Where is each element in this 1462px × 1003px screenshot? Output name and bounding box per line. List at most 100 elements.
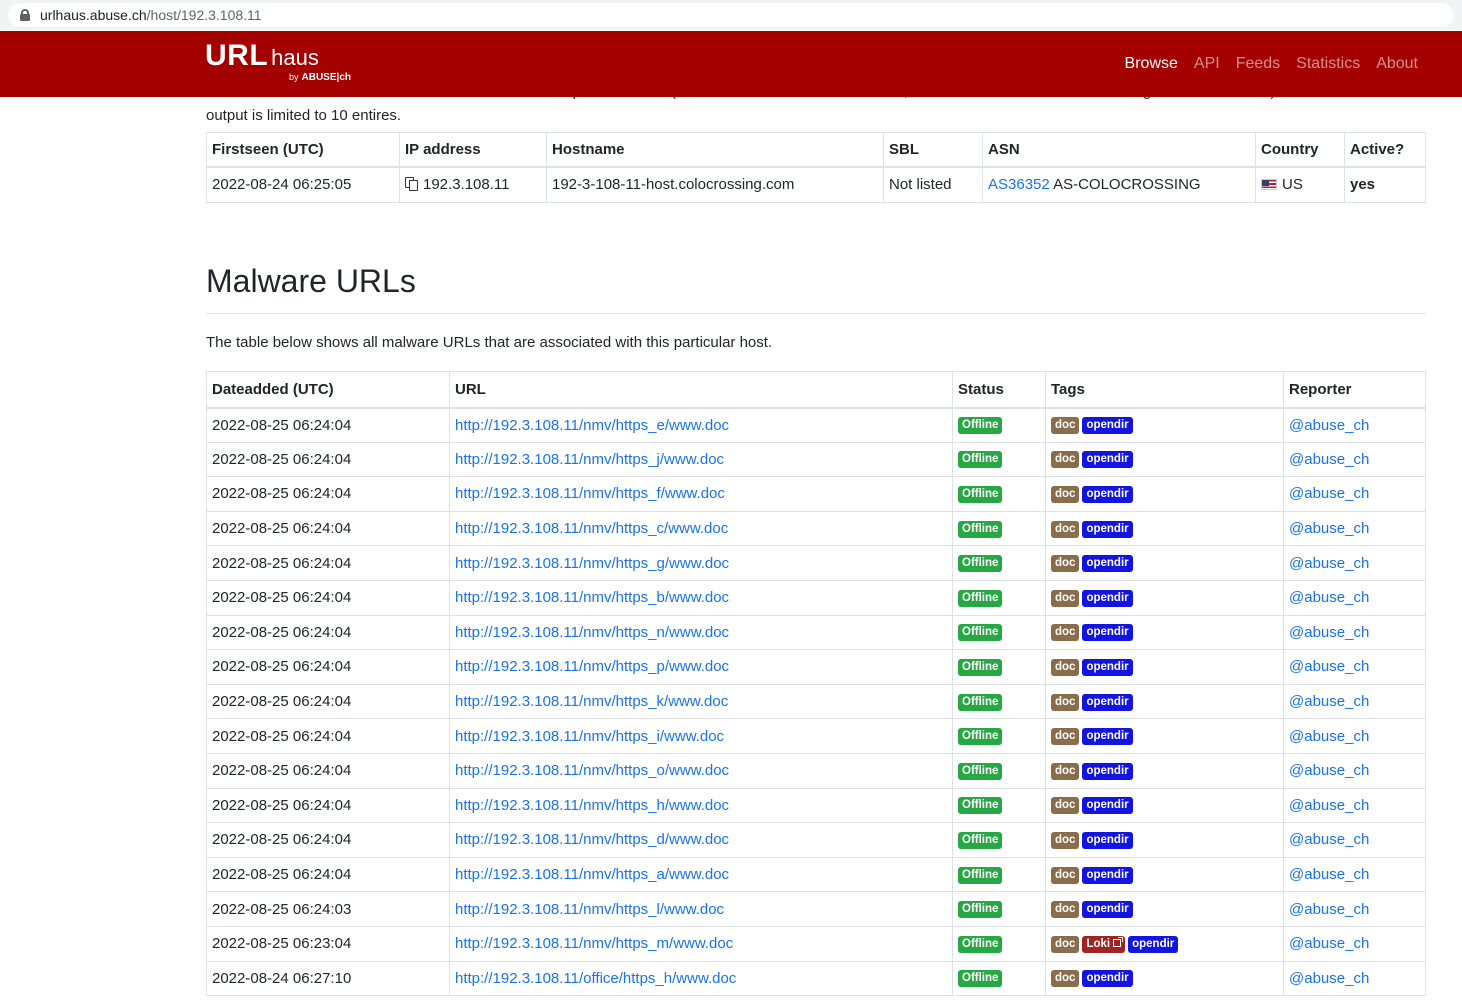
- tag-badge-opendir[interactable]: opendir: [1082, 797, 1133, 815]
- nav-browse[interactable]: Browse: [1125, 55, 1178, 73]
- reporter-link[interactable]: @abuse_ch: [1289, 901, 1369, 918]
- malware-url-link[interactable]: http://192.3.108.11/nmv/https_p/www.doc: [455, 658, 729, 675]
- reporter-link[interactable]: @abuse_ch: [1289, 970, 1369, 987]
- main-content: The table below shows all IP address obs…: [206, 80, 1426, 997]
- tag-badge-opendir[interactable]: opendir: [1082, 728, 1133, 746]
- tag-badge-opendir[interactable]: opendir: [1082, 762, 1133, 780]
- malware-url-link[interactable]: http://192.3.108.11/nmv/https_m/www.doc: [455, 935, 733, 952]
- malware-url-link[interactable]: http://192.3.108.11/nmv/https_h/www.doc: [455, 797, 729, 814]
- status-cell: Offline: [952, 718, 1046, 754]
- reporter-link[interactable]: @abuse_ch: [1289, 624, 1369, 641]
- tag-badge-opendir[interactable]: opendir: [1082, 520, 1133, 538]
- country-cell: US: [1255, 166, 1345, 203]
- reporter-link[interactable]: @abuse_ch: [1289, 693, 1369, 710]
- tag-badge-opendir[interactable]: opendir: [1082, 970, 1133, 988]
- tag-badge-doc[interactable]: doc: [1051, 658, 1080, 676]
- tag-badge-opendir[interactable]: opendir: [1128, 935, 1179, 953]
- tag-badge-doc[interactable]: doc: [1051, 624, 1080, 642]
- reporter-link[interactable]: @abuse_ch: [1289, 658, 1369, 675]
- tag-badge-doc[interactable]: doc: [1051, 417, 1080, 435]
- table-row: 2022-08-24 06:27:10 http://192.3.108.11/o…: [206, 960, 1426, 997]
- tag-badge-doc[interactable]: doc: [1051, 693, 1080, 711]
- malware-url-link[interactable]: http://192.3.108.11/nmv/https_k/www.doc: [455, 693, 728, 710]
- nav-api[interactable]: API: [1194, 55, 1220, 73]
- reporter-link[interactable]: @abuse_ch: [1289, 866, 1369, 883]
- tag-badge-doc[interactable]: doc: [1051, 831, 1080, 849]
- nav-about[interactable]: About: [1376, 55, 1418, 73]
- nav-feeds[interactable]: Feeds: [1236, 55, 1280, 73]
- table-row: 2022-08-25 06:24:04 http://192.3.108.11/n…: [206, 787, 1426, 824]
- reporter-link[interactable]: @abuse_ch: [1289, 935, 1369, 952]
- tags-cell: doc opendir: [1045, 683, 1284, 720]
- malware-url-link[interactable]: http://192.3.108.11/nmv/https_e/www.doc: [455, 417, 729, 434]
- malware-url-link[interactable]: http://192.3.108.11/nmv/https_g/www.doc: [455, 555, 729, 572]
- status-badge: Offline: [958, 485, 1003, 503]
- status-cell: Offline: [952, 925, 1046, 962]
- malware-url-link[interactable]: http://192.3.108.11/nmv/https_b/www.doc: [455, 589, 729, 606]
- copy-icon[interactable]: [405, 177, 418, 192]
- tag-badge-opendir[interactable]: opendir: [1082, 831, 1133, 849]
- tag-badge-opendir[interactable]: opendir: [1082, 417, 1133, 435]
- reporter-link[interactable]: @abuse_ch: [1289, 485, 1369, 502]
- tag-badge-doc[interactable]: doc: [1051, 485, 1080, 503]
- tag-badge-doc[interactable]: doc: [1051, 970, 1080, 988]
- col-tags: Tags: [1045, 371, 1284, 409]
- tag-badge-loki[interactable]: Loki: [1082, 935, 1126, 953]
- tag-badge-opendir[interactable]: opendir: [1082, 589, 1133, 607]
- tag-badge-opendir[interactable]: opendir: [1082, 693, 1133, 711]
- tag-badge-doc[interactable]: doc: [1051, 901, 1080, 919]
- reporter-link[interactable]: @abuse_ch: [1289, 797, 1369, 814]
- malware-url-link[interactable]: http://192.3.108.11/nmv/https_d/www.doc: [455, 831, 729, 848]
- status-badge: Offline: [958, 451, 1003, 469]
- reporter-cell: @abuse_ch: [1283, 649, 1426, 685]
- reporter-link[interactable]: @abuse_ch: [1289, 520, 1369, 537]
- reporter-link[interactable]: @abuse_ch: [1289, 451, 1369, 468]
- reporter-link[interactable]: @abuse_ch: [1289, 417, 1369, 434]
- tag-badge-doc[interactable]: doc: [1051, 762, 1080, 780]
- reporter-link[interactable]: @abuse_ch: [1289, 589, 1369, 606]
- nav-statistics[interactable]: Statistics: [1296, 55, 1360, 73]
- tag-badge-doc[interactable]: doc: [1051, 866, 1080, 884]
- dateadded-cell: 2022-08-25 06:24:04: [206, 476, 450, 512]
- tags-cell: doc opendir: [1045, 856, 1284, 893]
- status-cell: Offline: [952, 441, 1046, 478]
- malware-url-link[interactable]: http://192.3.108.11/nmv/https_i/www.doc: [455, 728, 724, 745]
- tag-badge-doc[interactable]: doc: [1051, 589, 1080, 607]
- tag-badge-opendir[interactable]: opendir: [1082, 485, 1133, 503]
- tags-cell: doc opendir: [1045, 649, 1284, 685]
- reporter-link[interactable]: @abuse_ch: [1289, 728, 1369, 745]
- tag-badge-opendir[interactable]: opendir: [1082, 555, 1133, 573]
- hostname-cell: 192-3-108-11-host.colocrossing.com: [546, 166, 884, 203]
- tag-badge-opendir[interactable]: opendir: [1082, 658, 1133, 676]
- reporter-link[interactable]: @abuse_ch: [1289, 555, 1369, 572]
- reporter-link[interactable]: @abuse_ch: [1289, 831, 1369, 848]
- tag-badge-doc[interactable]: doc: [1051, 520, 1080, 538]
- malware-url-link[interactable]: http://192.3.108.11/nmv/https_j/www.doc: [455, 451, 724, 468]
- tag-badge-opendir[interactable]: opendir: [1082, 624, 1133, 642]
- malware-url-link[interactable]: http://192.3.108.11/nmv/https_l/www.doc: [455, 901, 724, 918]
- tag-badge-doc[interactable]: doc: [1051, 797, 1080, 815]
- dateadded-cell: 2022-08-25 06:24:04: [206, 579, 450, 616]
- reporter-link[interactable]: @abuse_ch: [1289, 762, 1369, 779]
- tag-badge-opendir[interactable]: opendir: [1082, 451, 1133, 469]
- malware-url-link[interactable]: http://192.3.108.11/nmv/https_c/www.doc: [455, 520, 728, 537]
- malware-url-link[interactable]: http://192.3.108.11/nmv/https_f/www.doc: [455, 485, 725, 502]
- tag-badge-opendir[interactable]: opendir: [1082, 866, 1133, 884]
- table-row: 2022-08-25 06:24:04 http://192.3.108.11/n…: [206, 683, 1426, 720]
- tag-badge-doc[interactable]: doc: [1051, 451, 1080, 469]
- status-badge: Offline: [958, 797, 1003, 815]
- brand-logo[interactable]: URL haus by ABUSE|ch: [205, 39, 351, 83]
- lock-icon[interactable]: [20, 9, 30, 21]
- tag-badge-opendir[interactable]: opendir: [1082, 901, 1133, 919]
- malware-url-link[interactable]: http://192.3.108.11/nmv/https_o/www.doc: [455, 762, 729, 779]
- tag-badge-doc[interactable]: doc: [1051, 555, 1080, 573]
- asn-link[interactable]: AS36352: [988, 176, 1050, 193]
- tag-badge-doc[interactable]: doc: [1051, 728, 1080, 746]
- malware-url-link[interactable]: http://192.3.108.11/office/https_h/www.d…: [455, 970, 736, 987]
- malware-url-link[interactable]: http://192.3.108.11/nmv/https_n/www.doc: [455, 624, 729, 641]
- status-cell: Offline: [952, 579, 1046, 616]
- malware-url-link[interactable]: http://192.3.108.11/nmv/https_a/www.doc: [455, 866, 729, 883]
- tag-badge-doc[interactable]: doc: [1051, 935, 1080, 953]
- address-field[interactable]: urlhaus.abuse.ch/host/192.3.108.11: [8, 3, 1454, 27]
- status-badge: Offline: [958, 417, 1003, 435]
